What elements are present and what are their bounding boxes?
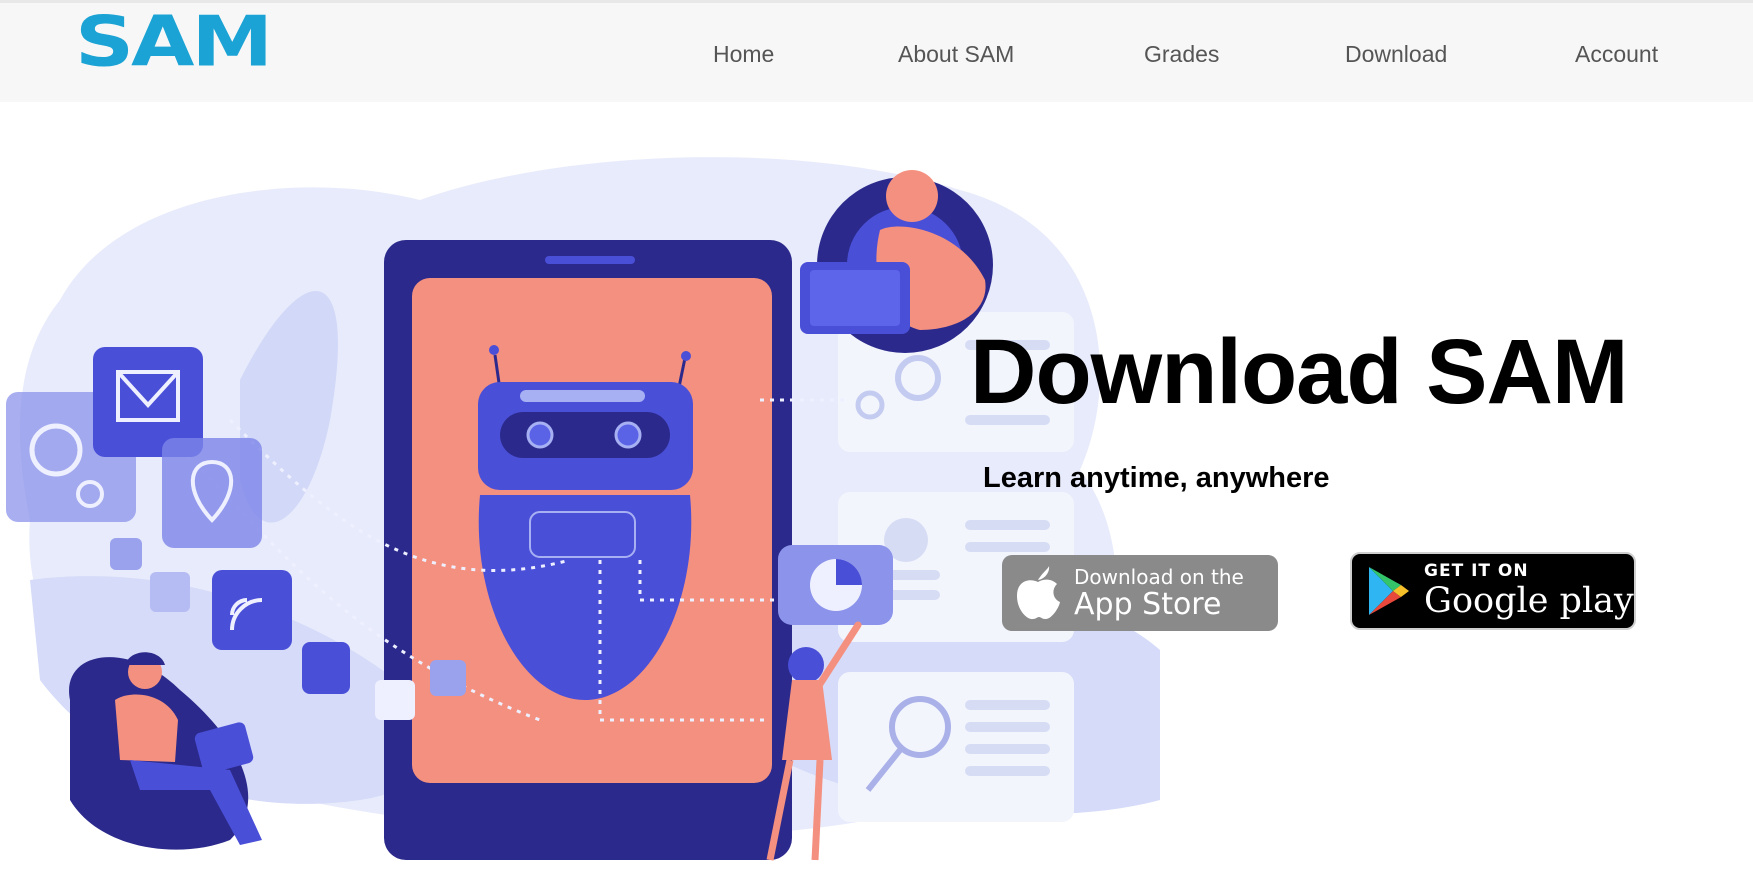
apple-icon xyxy=(1002,555,1074,631)
nav-grades[interactable]: Grades xyxy=(1144,41,1219,68)
sam-logo[interactable]: SAM xyxy=(75,1,315,83)
google-play-big-label: Google play xyxy=(1424,581,1634,621)
google-play-small-label: GET IT ON xyxy=(1424,561,1529,581)
nav-about-sam[interactable]: About SAM xyxy=(898,41,1014,68)
app-store-big-label: App Store xyxy=(1074,586,1222,622)
top-navbar: SAM Home About SAM Grades Download Accou… xyxy=(0,0,1753,102)
logo-text: SAM xyxy=(75,1,273,83)
play-triangle-icon xyxy=(1352,553,1424,629)
card-search xyxy=(838,672,1074,822)
page-subtitle: Learn anytime, anywhere xyxy=(983,462,1330,494)
app-store-text: Download on the App Store xyxy=(1074,567,1244,620)
app-store-small-label: Download on the xyxy=(1074,564,1244,589)
page-title: Download SAM xyxy=(970,321,1629,423)
app-store-badge[interactable]: Download on the App Store xyxy=(1002,555,1278,631)
nav-account[interactable]: Account xyxy=(1575,41,1658,68)
pie-chart-card xyxy=(778,545,893,625)
google-play-badge[interactable]: GET IT ON Google play xyxy=(1350,552,1636,630)
google-play-text: GET IT ON Google play xyxy=(1424,563,1634,619)
nav-home[interactable]: Home xyxy=(713,41,774,68)
nav-download[interactable]: Download xyxy=(1345,41,1447,68)
